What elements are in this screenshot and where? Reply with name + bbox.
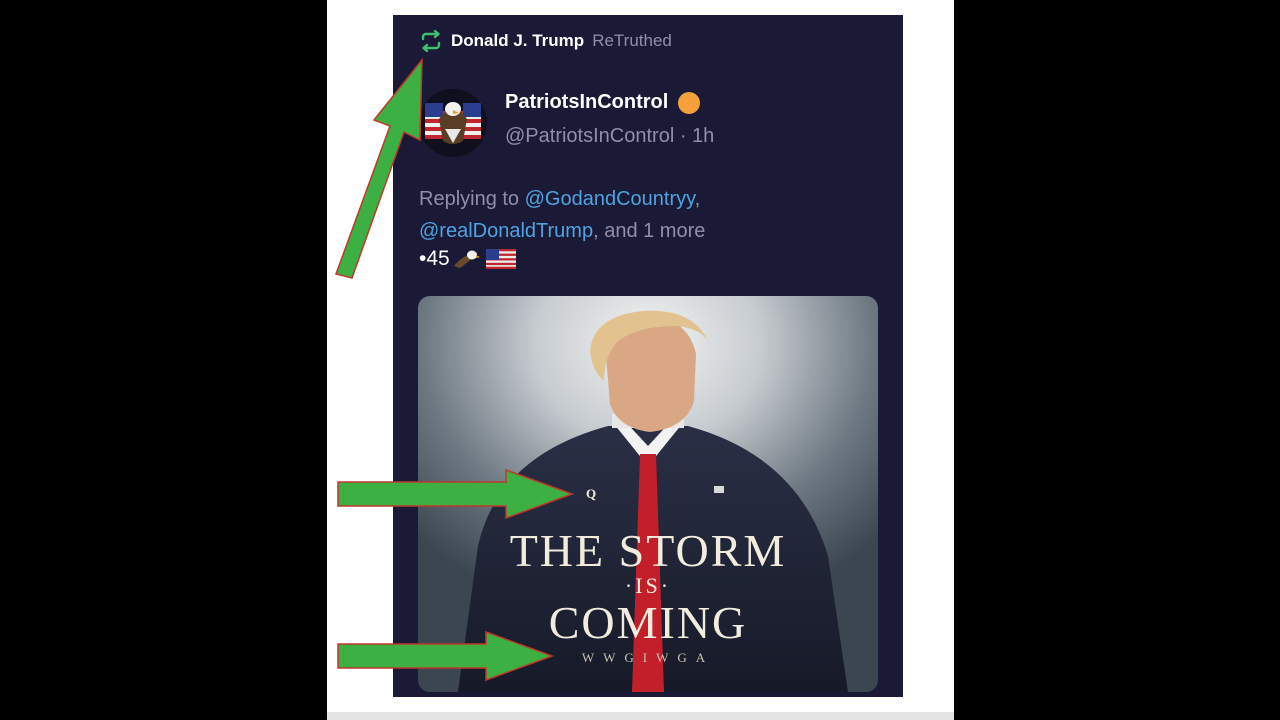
author-meta: @PatriotsInControl · 1h: [505, 125, 714, 148]
post-time: · 1h: [679, 125, 715, 147]
frame-bottom-bar: [327, 712, 954, 720]
author-display-name[interactable]: PatriotsInControl: [505, 91, 701, 114]
replying-to: Replying to @GodandCountryy, @realDonald…: [419, 183, 879, 247]
author-handle[interactable]: @PatriotsInControl: [505, 125, 674, 147]
mention-separator: ,: [694, 188, 701, 210]
annotation-arrow-right-1: [337, 468, 575, 520]
replying-suffix[interactable]: , and 1 more: [593, 220, 705, 242]
retruth-header: Donald J. Trump ReTruthed: [419, 29, 672, 53]
caption-line-1: THE STORM: [509, 525, 787, 576]
mention-link-2[interactable]: @realDonaldTrump: [419, 220, 593, 242]
retruth-post[interactable]: Donald J. Trump ReTruthed PatriotsInCont…: [393, 15, 903, 697]
replying-prefix: Replying to: [419, 188, 520, 210]
eagle-icon: [453, 250, 480, 268]
author-name-text[interactable]: PatriotsInControl: [505, 91, 668, 114]
retruth-icon: [421, 30, 441, 52]
retruth-user-link[interactable]: Donald J. Trump: [451, 31, 584, 51]
annotation-arrow-up: [335, 57, 423, 279]
caption-q-mark: Q: [586, 486, 597, 501]
post-body: •45: [419, 247, 516, 271]
annotation-arrow-right-2: [337, 630, 555, 682]
us-flag-icon: [485, 249, 516, 269]
verified-badge-icon: [678, 91, 701, 114]
retruth-label: ReTruthed: [592, 31, 672, 50]
mention-link-1[interactable]: @GodandCountryy: [525, 188, 695, 210]
